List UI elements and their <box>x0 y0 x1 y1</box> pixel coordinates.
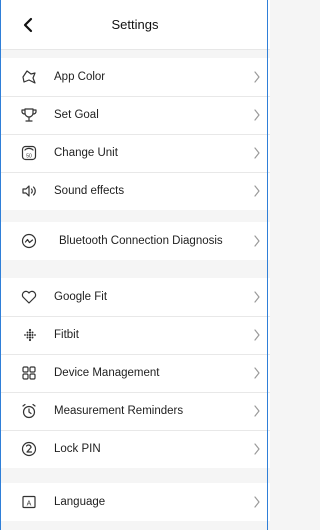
language-icon: A <box>20 493 38 511</box>
fitbit-dots-icon <box>20 326 38 344</box>
setting-label: App Color <box>54 71 106 83</box>
speaker-icon <box>20 182 38 200</box>
setting-lock-pin[interactable]: Lock PIN <box>0 430 270 468</box>
setting-label: Lock PIN <box>54 443 101 455</box>
language-icon-text: A <box>27 500 32 507</box>
chevron-right-icon <box>252 404 262 418</box>
back-button[interactable] <box>18 14 38 36</box>
header-bar: Settings <box>0 0 270 50</box>
setting-measurement-reminders[interactable]: Measurement Reminders <box>0 392 270 430</box>
chevron-right-icon <box>252 290 262 304</box>
setting-label: Fitbit <box>54 329 79 341</box>
chevron-right-icon <box>252 146 262 160</box>
chevron-right-icon <box>252 70 262 84</box>
setting-bluetooth-diagnosis[interactable]: Bluetooth Connection Diagnosis <box>0 222 270 260</box>
diagnosis-icon <box>20 232 38 250</box>
chevron-right-icon <box>252 495 262 509</box>
chevron-right-icon <box>252 184 262 198</box>
setting-fitbit[interactable]: Fitbit <box>0 316 270 354</box>
setting-language[interactable]: A Language <box>0 483 270 521</box>
page-title: Settings <box>111 17 159 32</box>
settings-group-devices: Google Fit Fitbit Device Management Meas… <box>0 278 270 468</box>
chevron-right-icon <box>252 234 262 248</box>
setting-label: Set Goal <box>54 109 99 121</box>
setting-sound-effects[interactable]: Sound effects <box>0 172 270 210</box>
setting-label: Language <box>54 496 106 508</box>
lock-pin-icon <box>20 440 38 458</box>
palette-icon <box>20 68 38 86</box>
scale-icon: 50 <box>20 144 38 162</box>
chevron-left-icon <box>23 17 33 33</box>
chevron-right-icon <box>252 366 262 380</box>
alarm-clock-icon <box>20 402 38 420</box>
chevron-right-icon <box>252 442 262 456</box>
grid-icon <box>20 364 38 382</box>
setting-label: Bluetooth Connection Diagnosis <box>59 235 223 247</box>
heart-icon <box>20 288 38 306</box>
settings-group-diagnosis: Bluetooth Connection Diagnosis <box>0 222 270 260</box>
setting-label: Sound effects <box>54 185 125 197</box>
setting-label: Measurement Reminders <box>54 405 184 417</box>
setting-app-color[interactable]: App Color <box>0 58 270 96</box>
trophy-icon <box>20 106 38 124</box>
setting-set-goal[interactable]: Set Goal <box>0 96 270 134</box>
setting-device-management[interactable]: Device Management <box>0 354 270 392</box>
chevron-right-icon <box>252 108 262 122</box>
chevron-right-icon <box>252 328 262 342</box>
setting-label: Device Management <box>54 367 160 379</box>
scale-icon-text: 50 <box>26 153 32 159</box>
setting-google-fit[interactable]: Google Fit <box>0 278 270 316</box>
settings-group-language: A Language <box>0 483 270 521</box>
setting-label: Google Fit <box>54 291 108 303</box>
setting-label: Change Unit <box>54 147 118 159</box>
setting-change-unit[interactable]: 50 Change Unit <box>0 134 270 172</box>
settings-group-preferences: App Color Set Goal 50 Change Unit Sound … <box>0 58 270 210</box>
